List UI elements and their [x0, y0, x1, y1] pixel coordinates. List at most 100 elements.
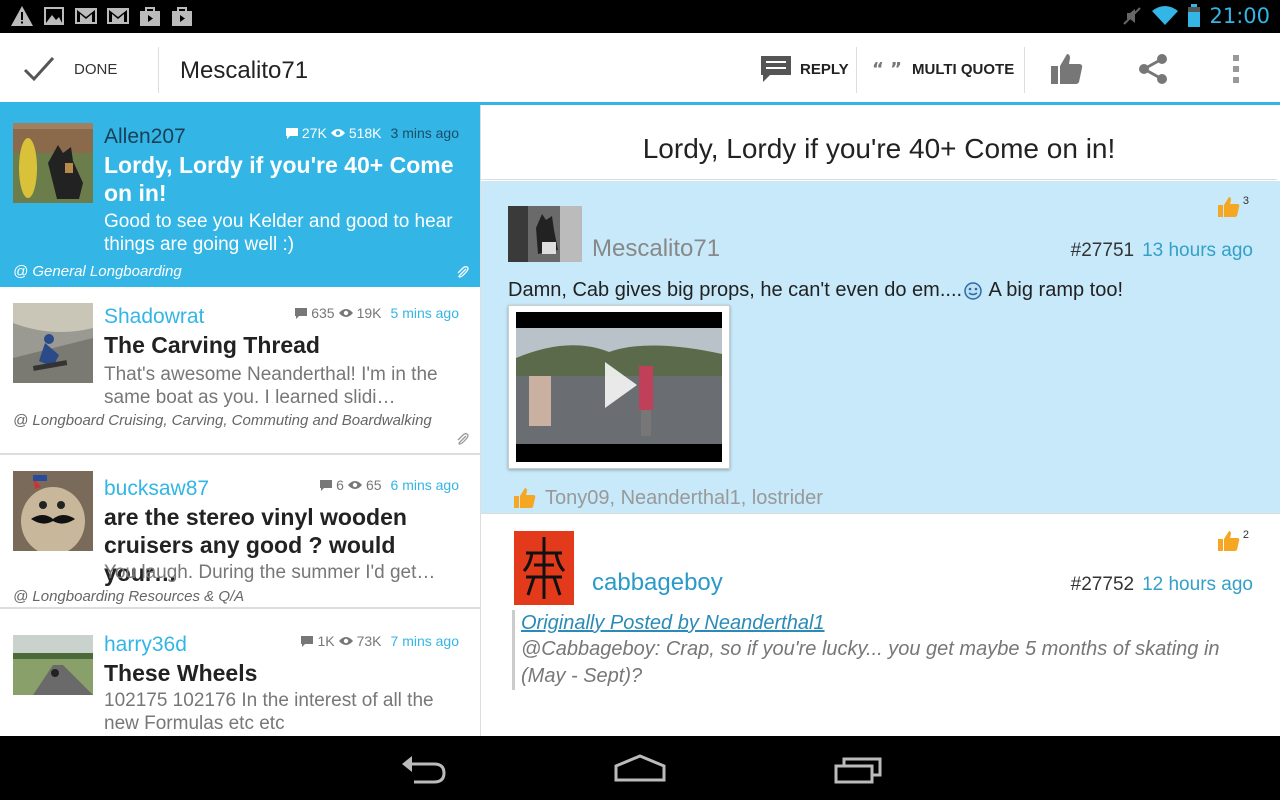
- thread-forum: @ General Longboarding: [13, 263, 182, 280]
- thread-time: 7 mins ago: [390, 633, 459, 649]
- image-icon: [44, 7, 64, 25]
- thread-view-count: 518K: [348, 125, 382, 141]
- paperclip-icon: [457, 433, 469, 445]
- back-button[interactable]: [394, 752, 454, 786]
- home-button[interactable]: [610, 752, 670, 786]
- shopping-bag-icon: [172, 7, 192, 26]
- quote-icon: “ ”: [872, 61, 902, 77]
- thread-detail: Lordy, Lordy if you're 40+ Come on in! 3…: [480, 105, 1280, 736]
- thread-thumbnail: [13, 123, 93, 203]
- thread-author: Allen207: [104, 125, 186, 148]
- thread-thumbnail: [13, 635, 93, 695]
- thread-time: 5 mins ago: [390, 305, 459, 321]
- quote-block: Originally Posted by Neanderthal1 @Cabba…: [512, 610, 1262, 690]
- post-author[interactable]: cabbageboy: [592, 569, 723, 597]
- thread-reply-count: 27K: [301, 125, 327, 141]
- thread-snippet: You laugh. During the summer I'd get…: [104, 562, 436, 583]
- thread-stats: 1K 73K 7 mins ago: [300, 633, 459, 649]
- post-time: 12 hours ago: [1142, 574, 1253, 595]
- thumbs-up-icon: [1217, 197, 1240, 217]
- gmail-icon: [75, 8, 97, 24]
- thread-snippet: Good to see you Kelder and good to hear …: [104, 211, 453, 255]
- done-button[interactable]: DONE: [22, 51, 117, 87]
- post-like-count: 3: [1242, 195, 1249, 207]
- comment-icon: [295, 308, 308, 319]
- reply-icon: [761, 56, 791, 82]
- divider: [856, 47, 857, 93]
- thread-author: Shadowrat: [104, 305, 205, 328]
- multi-quote-button[interactable]: “ ” MULTI QUOTE: [872, 51, 1014, 87]
- post-author[interactable]: Mescalito71: [592, 235, 720, 263]
- avatar: [508, 206, 582, 262]
- post: 2 cabbageboy #27752 12 hours ago Origina…: [481, 515, 1280, 736]
- checkmark-icon: [23, 56, 55, 82]
- thread-thumbnail: [13, 303, 93, 383]
- svg-text:“ ”: “ ”: [872, 61, 902, 77]
- quote-source-link[interactable]: Originally Posted by Neanderthal1: [521, 610, 1262, 636]
- post-text: Damn, Cab gives big props, he can't even…: [508, 279, 963, 301]
- post-meta: #27752 12 hours ago: [1071, 574, 1253, 596]
- divider: [158, 47, 159, 93]
- action-bar: DONE Mescalito71 REPLY “ ” MULTI QUOTE: [0, 33, 1280, 105]
- thumbs-up-icon: [514, 488, 536, 508]
- shopping-bag-icon: [140, 7, 160, 26]
- thread-title: These Wheels: [104, 660, 258, 686]
- navigation-bar: [0, 736, 1280, 800]
- recent-apps-button[interactable]: [828, 752, 888, 786]
- comment-icon: [301, 636, 314, 647]
- thread-item[interactable]: Shadowrat 635 19K 5 mins ago The Carving…: [0, 287, 480, 455]
- thread-reply-count: 6: [336, 477, 344, 493]
- thread-time: 3 mins ago: [390, 125, 459, 141]
- thread-item[interactable]: bucksaw87 6 65 6 mins ago are the stereo…: [0, 455, 480, 609]
- eye-icon: [338, 637, 353, 645]
- multi-quote-label: MULTI QUOTE: [912, 60, 1015, 78]
- post-like-button[interactable]: 2: [1217, 529, 1249, 553]
- post-number: #27752: [1070, 574, 1135, 595]
- clock: 21:00: [1209, 4, 1270, 28]
- post-meta: #27751 13 hours ago: [1071, 240, 1253, 262]
- avatar: [514, 531, 574, 605]
- post-text: A big ramp too!: [984, 279, 1124, 301]
- more-vertical-icon: [1233, 55, 1239, 83]
- status-bar: 21:00: [0, 0, 1280, 33]
- overflow-menu-button[interactable]: [1228, 51, 1244, 87]
- thread-list: Allen207 27K 518K 3 mins ago Lordy, Lord…: [0, 105, 480, 736]
- thread-title: The Carving Thread: [104, 332, 320, 358]
- thread-snippet: 102175 102176 In the interest of all the…: [104, 690, 434, 734]
- quote-text: @Cabbageboy: Crap, so if you're lucky...…: [521, 638, 1220, 687]
- eye-icon: [338, 309, 353, 317]
- home-icon: [614, 754, 666, 782]
- post-time: 13 hours ago: [1142, 240, 1253, 261]
- reply-label: REPLY: [800, 60, 849, 78]
- divider: [1024, 47, 1025, 93]
- mute-icon: [1123, 7, 1142, 25]
- thread-snippet: That's awesome Neanderthal! I'm in the s…: [104, 364, 438, 408]
- page-title: Mescalito71: [180, 57, 309, 84]
- thumbs-up-icon: [1051, 54, 1083, 84]
- like-button[interactable]: [1050, 51, 1084, 87]
- warning-icon: [11, 6, 33, 26]
- thumbs-up-icon: [1217, 531, 1240, 551]
- thread-detail-title: Lordy, Lordy if you're 40+ Come on in!: [481, 105, 1277, 180]
- thread-item[interactable]: harry36d 1K 73K 7 mins ago These Wheels …: [0, 609, 480, 736]
- smiley-icon: [964, 282, 982, 300]
- back-icon: [402, 756, 446, 784]
- reply-button[interactable]: REPLY: [760, 51, 849, 87]
- thread-view-count: 19K: [356, 305, 382, 321]
- gmail-icon: [107, 8, 129, 24]
- comment-icon: [320, 480, 333, 491]
- thread-stats: 27K 518K 3 mins ago: [285, 125, 459, 141]
- thread-title: Lordy, Lordy if you're 40+ Come on in!: [104, 152, 454, 206]
- thread-author: bucksaw87: [104, 477, 210, 500]
- post-like-button[interactable]: 3: [1217, 195, 1249, 219]
- thread-author: harry36d: [104, 633, 187, 656]
- video-thumbnail[interactable]: [508, 305, 730, 469]
- thread-view-count: 73K: [356, 633, 382, 649]
- thread-item[interactable]: Allen207 27K 518K 3 mins ago Lordy, Lord…: [0, 105, 480, 287]
- post-number: #27751: [1070, 240, 1135, 261]
- share-button[interactable]: [1136, 51, 1170, 87]
- likers-list[interactable]: Tony09, Neanderthal1, lostrider: [545, 487, 823, 510]
- done-label: DONE: [74, 60, 118, 78]
- thread-forum: @ Longboard Cruising, Carving, Commuting…: [13, 412, 432, 429]
- thread-reply-count: 635: [311, 305, 335, 321]
